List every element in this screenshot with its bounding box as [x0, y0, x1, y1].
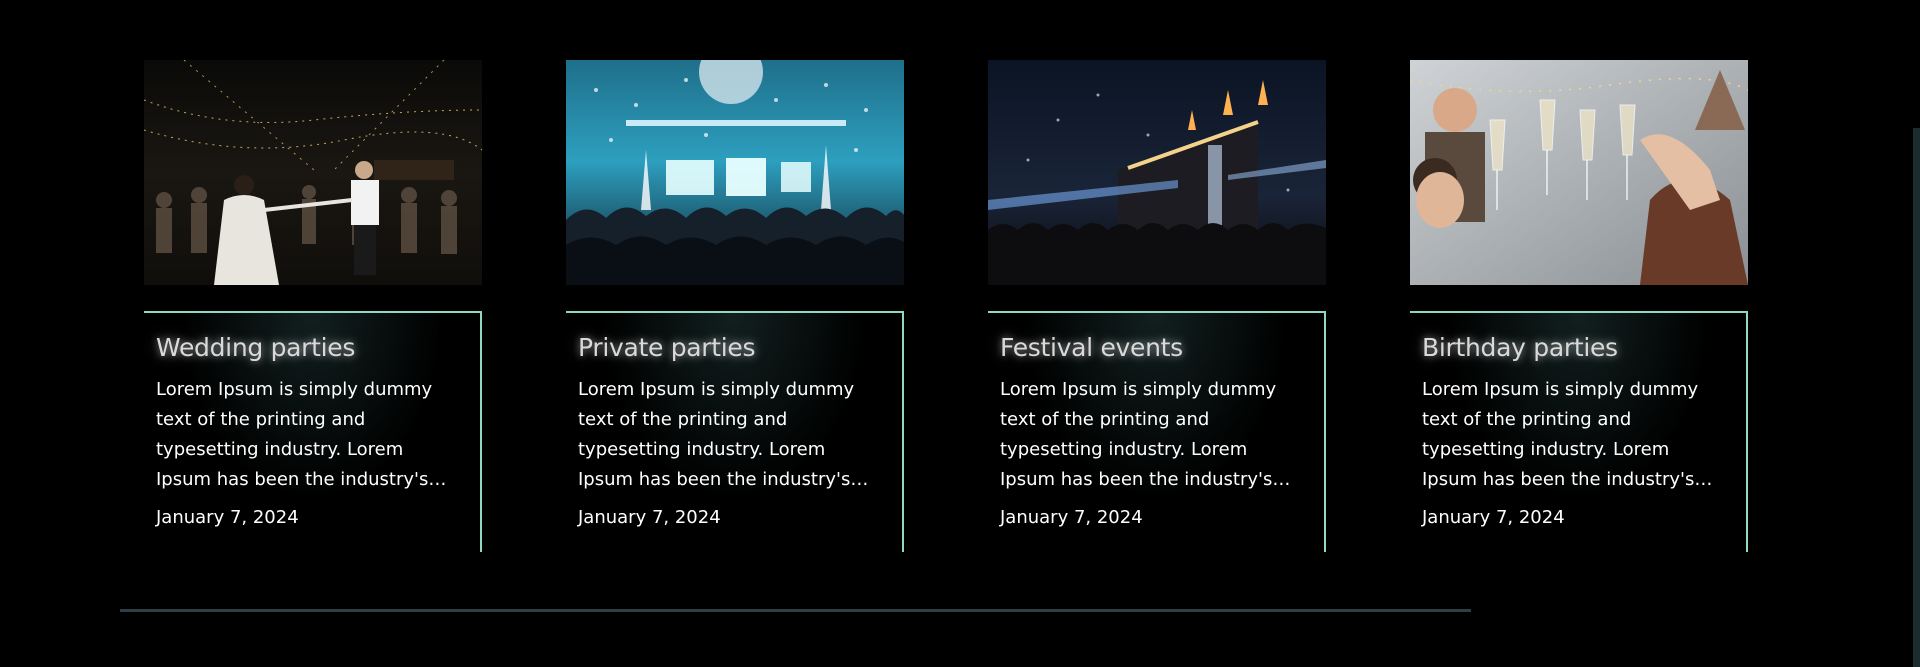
page: Wedding parties Lorem Ipsum is simply du… — [0, 0, 1920, 667]
card-date: January 7, 2024 — [1000, 507, 1143, 528]
event-card-birthday[interactable]: Birthday parties Lorem Ipsum is simply d… — [1410, 60, 1748, 552]
card-title[interactable]: Festival events — [1000, 331, 1308, 365]
event-cards-row: Wedding parties Lorem Ipsum is simply du… — [144, 60, 1748, 552]
card-content: Festival events Lorem Ipsum is simply du… — [988, 311, 1326, 552]
club-party-photo[interactable] — [566, 60, 904, 285]
card-content: Birthday parties Lorem Ipsum is simply d… — [1410, 311, 1748, 552]
card-description: Lorem Ipsum is simply dummy text of the … — [1000, 379, 1277, 490]
section-divider — [120, 609, 1471, 612]
card-content: Private parties Lorem Ipsum is simply du… — [566, 311, 904, 552]
champagne-toast-photo[interactable] — [1410, 60, 1748, 285]
card-title[interactable]: Private parties — [578, 331, 886, 365]
card-date: January 7, 2024 — [578, 507, 721, 528]
card-description: Lorem Ipsum is simply dummy text of the … — [156, 379, 433, 490]
card-title[interactable]: Birthday parties — [1422, 331, 1730, 365]
wedding-dance-photo[interactable] — [144, 60, 482, 285]
event-card-festival[interactable]: Festival events Lorem Ipsum is simply du… — [988, 60, 1326, 552]
festival-stage-photo[interactable] — [988, 60, 1326, 285]
scrollbar[interactable] — [1913, 128, 1920, 667]
card-date: January 7, 2024 — [156, 507, 299, 528]
card-content: Wedding parties Lorem Ipsum is simply du… — [144, 311, 482, 552]
card-description: Lorem Ipsum is simply dummy text of the … — [578, 379, 855, 490]
card-date: January 7, 2024 — [1422, 507, 1565, 528]
event-card-private[interactable]: Private parties Lorem Ipsum is simply du… — [566, 60, 904, 552]
card-description: Lorem Ipsum is simply dummy text of the … — [1422, 379, 1699, 490]
event-card-wedding[interactable]: Wedding parties Lorem Ipsum is simply du… — [144, 60, 482, 552]
card-title[interactable]: Wedding parties — [156, 331, 464, 365]
